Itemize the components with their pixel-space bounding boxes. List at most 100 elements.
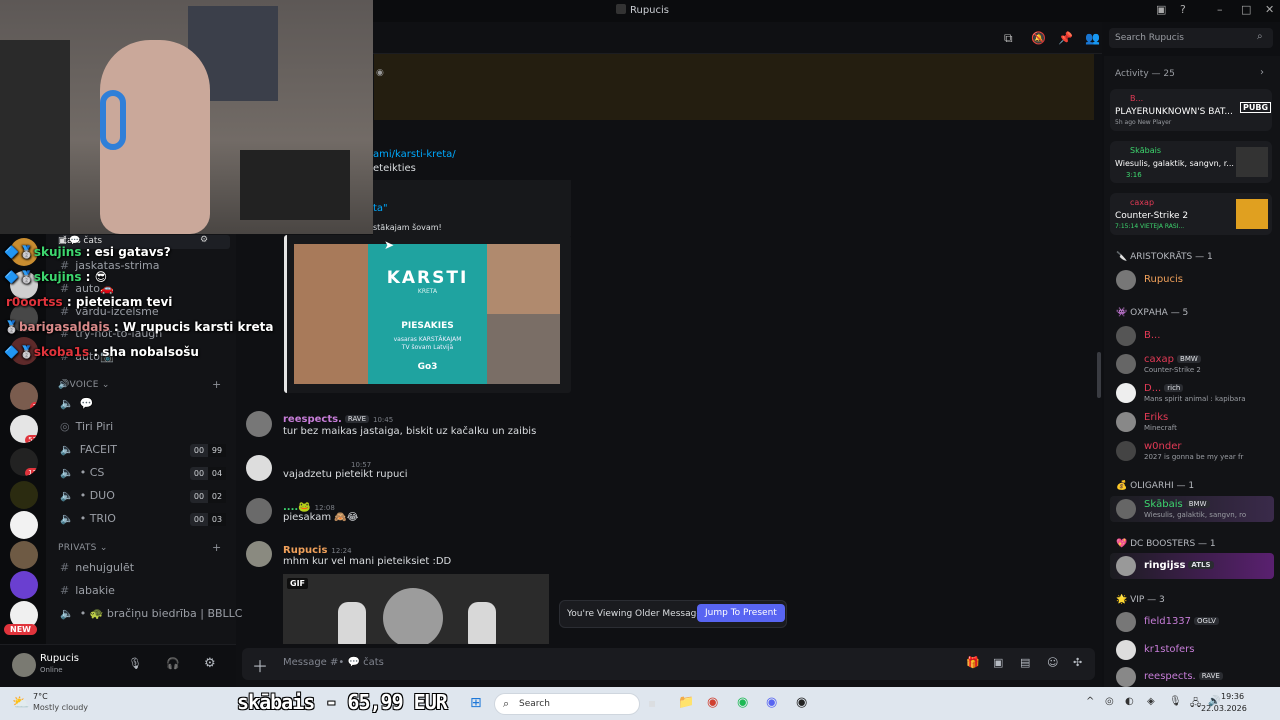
chrome-icon[interactable]: ◉ xyxy=(707,695,718,710)
tray-icon[interactable]: ◈ xyxy=(1147,696,1155,707)
server-icon[interactable]: 53 xyxy=(10,415,38,443)
channel-label: 💬 xyxy=(79,397,94,410)
voice-channel[interactable]: 🔈 • CS xyxy=(60,466,104,479)
apps-icon[interactable]: ✣ xyxy=(1073,656,1082,669)
user-limit-badge: 00 03 xyxy=(190,513,226,526)
server-icon[interactable]: 3 xyxy=(10,382,38,410)
member-list-icon[interactable]: 👥 xyxy=(1085,31,1100,45)
help-icon[interactable]: ? xyxy=(1180,3,1186,16)
member-group-header: 💰 OLIGARHI — 1 xyxy=(1116,481,1195,491)
voice-channel[interactable]: 🔈 💬 xyxy=(60,397,93,410)
group-title: DC BOOSTERS — 1 xyxy=(1130,539,1216,549)
threads-icon[interactable]: ⧉ xyxy=(1004,31,1013,46)
inbox-icon[interactable]: ▣ xyxy=(1156,3,1166,16)
channel-label: • CS xyxy=(79,466,105,479)
message-input[interactable]: Message #• 💬 čats xyxy=(283,657,384,668)
message-composer[interactable]: ＋ Message #• 💬 čats 🎁 ▣ ▤ ☺ ✣ xyxy=(242,648,1095,680)
server-icon[interactable]: 13 xyxy=(10,448,38,476)
taskbar-search[interactable]: ⌕ Search xyxy=(494,693,640,715)
obs-icon[interactable]: ◉ xyxy=(796,695,807,710)
server-tag: BMW xyxy=(1185,500,1210,508)
clock-date[interactable]: 22.03.2026 xyxy=(1201,704,1247,713)
avatar[interactable] xyxy=(246,498,272,524)
emoji-icon[interactable]: ☺ xyxy=(1047,656,1058,669)
server-icon[interactable] xyxy=(10,571,38,599)
sticker-icon[interactable]: ▤ xyxy=(1020,656,1030,669)
channel-label: • 🐢 bračiņu biedrība | BBLLC xyxy=(79,607,243,620)
activity-card[interactable]: Skābais Wiesulis, galaktik, sangvn, r...… xyxy=(1110,141,1272,183)
member-name: ringijss ATLS xyxy=(1144,560,1214,571)
promo-logo: Go3 xyxy=(417,362,438,372)
mute-icon[interactable]: 🔕 xyxy=(1031,31,1046,45)
member-status: 2027 is gonna be my year fr xyxy=(1144,453,1244,461)
activity-card[interactable]: B... PLAYERUNKNOWN'S BAT... 5h ago New P… xyxy=(1110,89,1272,131)
message-author[interactable]: Rupucis xyxy=(283,545,327,556)
server-icon[interactable] xyxy=(10,511,38,539)
pin-icon[interactable]: 📌 xyxy=(1058,31,1073,45)
message-text: tur bez maikas jastaiga, biskit uz kačal… xyxy=(283,426,537,437)
discord-icon[interactable]: ◉ xyxy=(766,695,777,710)
user-limit-badge: 00 99 xyxy=(190,444,226,457)
search-box[interactable]: Search Rupucis ⌕ xyxy=(1109,28,1273,48)
tray-chevron-icon[interactable]: ^ xyxy=(1086,696,1094,707)
task-view-icon[interactable]: ▪ xyxy=(648,696,656,710)
webcam-headphones xyxy=(100,90,126,150)
microphone-icon[interactable]: 🎙 xyxy=(1169,696,1182,707)
add-channel-icon[interactable]: + xyxy=(212,378,221,391)
close-icon[interactable]: ✕ xyxy=(1265,3,1274,16)
file-explorer-icon[interactable]: 📁 xyxy=(678,695,694,710)
channel-label: Tiri Piri xyxy=(75,420,114,433)
add-attachment-icon[interactable]: ＋ xyxy=(252,653,268,677)
category-private[interactable]: PRIVATS ⌄ xyxy=(58,543,108,553)
message-text: piesakam 🙈😂 xyxy=(283,512,359,523)
message-text: mhm kur vel mani pieteiksiet :DD xyxy=(283,556,452,567)
add-channel-icon[interactable]: + xyxy=(212,541,221,554)
tray-icon[interactable]: ◐ xyxy=(1125,696,1134,707)
microphone-icon[interactable]: 🎙 xyxy=(128,657,142,670)
server-tag: ATLS xyxy=(1188,561,1214,569)
headphones-icon[interactable]: 🎧 xyxy=(166,657,180,670)
message-author[interactable]: reespects. xyxy=(283,414,342,425)
clock-time[interactable]: 19:36 xyxy=(1221,692,1244,701)
voice-channel[interactable]: 🔈 • TRIO xyxy=(60,512,116,525)
embed-title[interactable]: ta" xyxy=(373,203,388,214)
gif-picker-icon[interactable]: ▣ xyxy=(993,656,1003,669)
category-voice[interactable]: 🔊VOICE ⌄ xyxy=(58,380,110,390)
avatar[interactable] xyxy=(246,455,272,481)
start-icon[interactable]: ⊞ xyxy=(470,695,482,711)
tray-icon[interactable]: ◎ xyxy=(1105,696,1114,707)
voice-channel[interactable]: 🔈 • 🐢 bračiņu biedrība | BBLLC xyxy=(60,607,243,620)
server-icon[interactable] xyxy=(10,541,38,569)
voice-channel[interactable]: 🔈 FACEIT xyxy=(60,443,117,456)
activity-card[interactable]: сахар Counter-Strike 2 7:15:14 VIETEJA R… xyxy=(1110,193,1272,235)
minimize-icon[interactable]: – xyxy=(1217,3,1223,16)
gif-attachment[interactable]: GIF xyxy=(283,574,549,644)
new-badge: NEW xyxy=(4,624,37,635)
embed-description: stākajam šovam! xyxy=(373,223,442,232)
promo-image[interactable]: KARSTI KRETA PIESAKIES vasaras KARSTĀKAJ… xyxy=(294,244,560,384)
channel-item[interactable]: # labakie xyxy=(60,584,115,597)
member-name: w0nder xyxy=(1144,441,1182,452)
message-link[interactable]: ami/karsti-kreta/ xyxy=(373,149,456,160)
taskbar-search-label: Search xyxy=(519,699,550,709)
chevron-right-icon[interactable]: › xyxy=(1260,67,1264,78)
channel-item[interactable]: # nehujgulēt xyxy=(60,561,134,574)
weather-icon[interactable]: ⛅ xyxy=(12,695,29,711)
network-icon[interactable]: 🖧 xyxy=(1190,696,1201,713)
activity-user: сахар xyxy=(1130,198,1155,207)
server-icon[interactable] xyxy=(10,481,38,509)
jump-to-present-button[interactable]: Jump To Present xyxy=(697,604,785,622)
scrollbar[interactable] xyxy=(1097,352,1101,398)
user-count: 00 xyxy=(193,446,205,455)
voice-channel[interactable]: 🔈 • DUO xyxy=(60,489,115,502)
spotify-icon[interactable]: ◉ xyxy=(737,695,748,710)
member-name: Skābais BMW xyxy=(1144,499,1210,510)
search-input[interactable]: Search Rupucis xyxy=(1115,33,1184,43)
gift-icon[interactable]: 🎁 xyxy=(966,656,980,669)
voice-channel[interactable]: ◎ Tiri Piri xyxy=(60,420,113,433)
maximize-icon[interactable]: □ xyxy=(1241,3,1251,16)
settings-icon[interactable]: ⚙ xyxy=(204,656,216,671)
avatar[interactable] xyxy=(246,411,272,437)
avatar[interactable] xyxy=(12,653,36,677)
avatar[interactable] xyxy=(246,541,272,567)
